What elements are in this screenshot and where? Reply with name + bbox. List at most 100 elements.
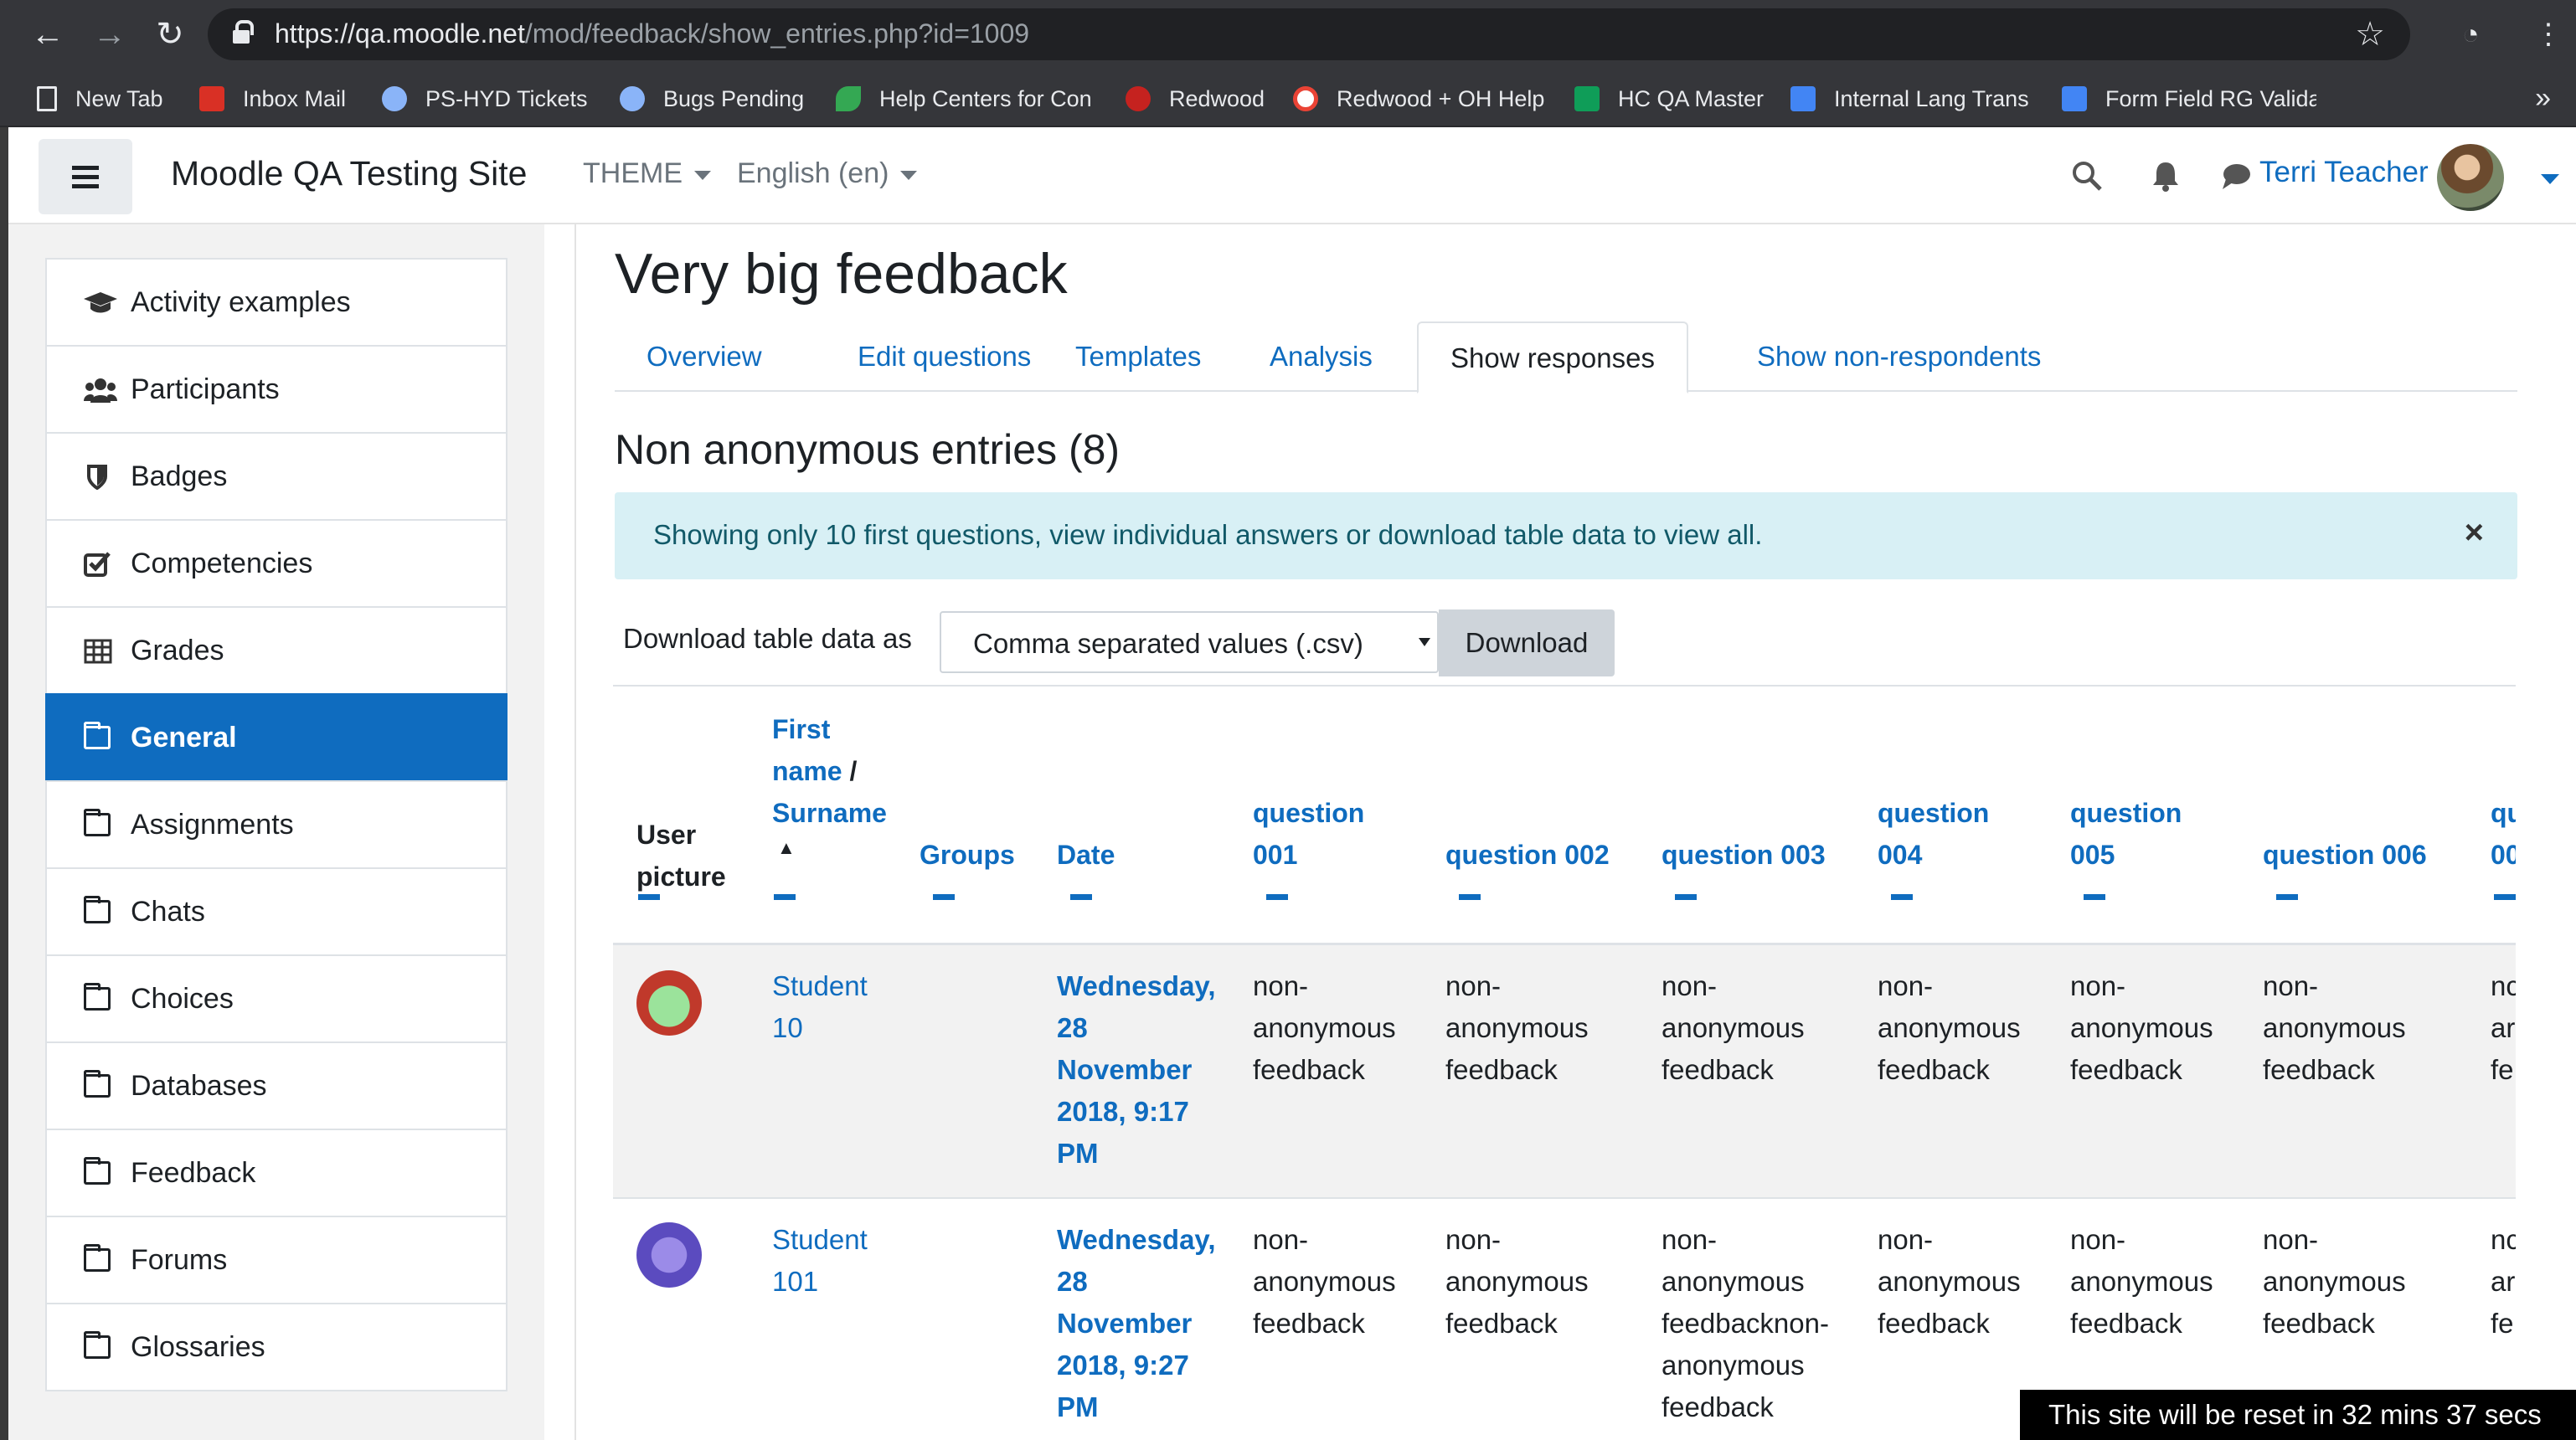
collapse-question-003-icon[interactable] (1675, 894, 1697, 900)
search-icon[interactable] (2070, 159, 2104, 193)
response-date-link[interactable]: Wednesday, 28 November 2018, 9:27 PM (1057, 1219, 1216, 1428)
collapse-question-001-icon[interactable] (1266, 894, 1288, 900)
header-question-005[interactable]: question 005 (2070, 792, 2182, 876)
jira-icon (620, 86, 645, 111)
response-date-link[interactable]: Wednesday, 28 November 2018, 9:17 PM (1057, 965, 1216, 1175)
tab-analysis[interactable]: Analysis (1270, 321, 1373, 393)
bell-icon[interactable] (2149, 159, 2182, 193)
kebab-menu-icon[interactable]: ⋮ (2534, 12, 2563, 57)
avatar[interactable] (2437, 144, 2504, 211)
answer-cell: non-anonymous feedback (1253, 1224, 1396, 1339)
header-question-003[interactable]: question 003 (1662, 834, 1826, 876)
header-question-002[interactable]: question 002 (1445, 834, 1610, 876)
collapse-question-006-icon[interactable] (2276, 894, 2298, 900)
tab-bar: Overview Edit questions Templates Analys… (615, 321, 2517, 393)
url-text: https://qa.moodle.net/mod/feedback/show_… (275, 18, 1030, 49)
bookmark-inbox-mail[interactable]: Inbox Mail (199, 82, 346, 116)
sort-first-name[interactable]: First (772, 708, 887, 750)
reload-icon[interactable]: ↻ (147, 12, 193, 57)
collapse-date-icon[interactable] (1070, 894, 1092, 900)
shield-icon (84, 465, 111, 491)
site-reset-notice: This site will be reset in 32 mins 37 se… (2020, 1390, 2576, 1440)
sort-asc-icon: ▲ (777, 837, 796, 858)
info-alert: Showing only 10 first questions, view in… (615, 492, 2517, 579)
header-groups[interactable]: Groups (920, 834, 1015, 876)
message-icon[interactable] (2219, 159, 2253, 193)
answer-cell: ncarfe (2491, 1224, 2516, 1339)
bookmark-redwood-oh-help[interactable]: Redwood + OH Help (1293, 82, 1544, 116)
sidebar-item-competencies[interactable]: Competencies (45, 519, 507, 608)
sidebar-item-assignments[interactable]: Assignments (45, 780, 507, 869)
bookmark-internal-lang-trans[interactable]: Internal Lang Trans (1790, 82, 2029, 116)
incognito-icon[interactable]: ◔ (2462, 12, 2480, 57)
sidebar-item-participants[interactable]: Participants (45, 345, 507, 434)
theme-menu[interactable]: THEME (583, 157, 711, 190)
bookmark-new-tab[interactable]: New Tab (37, 82, 163, 116)
user-name[interactable]: Terri Teacher (2259, 156, 2429, 189)
name-separator: / (849, 756, 858, 786)
folder-icon (84, 983, 111, 1011)
language-menu[interactable]: English (en) (737, 157, 918, 190)
student-name-link[interactable]: Student 101 (772, 1219, 868, 1303)
sidebar-item-feedback[interactable]: Feedback (45, 1129, 507, 1217)
chevron-down-icon (694, 170, 711, 180)
bookmark-redwood[interactable]: Redwood (1126, 82, 1265, 116)
sidebar-item-badges[interactable]: Badges (45, 432, 507, 521)
jira-icon (382, 86, 407, 111)
collapse-question-002-icon[interactable] (1459, 894, 1481, 900)
sidebar-item-chats[interactable]: Chats (45, 867, 507, 956)
sidebar-item-activity-examples[interactable]: Activity examples (45, 258, 507, 347)
user-menu-chevron-icon[interactable] (2541, 174, 2559, 184)
address-bar[interactable]: https://qa.moodle.net/mod/feedback/show_… (208, 8, 2410, 60)
forward-arrow-icon[interactable]: → (87, 12, 132, 57)
header-question-007[interactable]: qu00 (2491, 792, 2516, 876)
collapse-question-004-icon[interactable] (1891, 894, 1913, 900)
download-label: Download table data as (623, 623, 912, 654)
sidebar-item-grades[interactable]: Grades (45, 606, 507, 695)
collapse-question-007-icon[interactable] (2494, 894, 2516, 900)
docs-icon (2062, 86, 2087, 111)
sheets-icon (1574, 86, 1600, 111)
collapse-user-picture-icon[interactable] (638, 894, 660, 900)
sidebar-item-choices[interactable]: Choices (45, 954, 507, 1043)
tab-edit-questions[interactable]: Edit questions (858, 321, 1031, 393)
sidebar-item-forums[interactable]: Forums (45, 1216, 507, 1304)
tab-show-responses[interactable]: Show responses (1417, 321, 1688, 393)
bookmarks-overflow-icon[interactable]: » (2535, 82, 2551, 115)
folder-icon (84, 809, 111, 836)
tab-show-non-respondents[interactable]: Show non-respondents (1725, 321, 2073, 393)
header-question-006[interactable]: question 006 (2263, 834, 2427, 876)
sidebar-item-databases[interactable]: Databases (45, 1041, 507, 1130)
bookmark-form-field-rg[interactable]: Form Field RG Valida (2062, 82, 2316, 116)
answer-cell: non-anonymous feedback (2263, 1224, 2406, 1339)
folder-icon (84, 722, 111, 749)
bookmark-star-icon[interactable]: ☆ (2355, 15, 2385, 54)
bookmark-help-centers[interactable]: Help Centers for Con (836, 82, 1099, 116)
menu-toggle-button[interactable] (39, 139, 132, 214)
window-edge (0, 127, 8, 1440)
collapse-question-005-icon[interactable] (2084, 894, 2105, 900)
student-name-link[interactable]: Student 10 (772, 965, 868, 1049)
sidebar-item-glossaries[interactable]: Glossaries (45, 1303, 507, 1391)
tab-overview[interactable]: Overview (615, 321, 794, 393)
header-question-004[interactable]: question 004 (1878, 792, 1989, 876)
site-name[interactable]: Moodle QA Testing Site (171, 154, 527, 193)
docs-icon (1790, 86, 1816, 111)
sidebar-item-general[interactable]: General (45, 693, 507, 782)
close-icon[interactable]: × (2465, 514, 2484, 552)
answer-cell: non-anonymous feedback (1253, 970, 1396, 1085)
download-format-select[interactable]: Comma separated values (.csv) (940, 611, 1439, 673)
bookmark-bugs-pending[interactable]: Bugs Pending (620, 82, 804, 116)
tab-templates[interactable]: Templates (1075, 321, 1201, 393)
sort-first-name-2[interactable]: name (772, 756, 842, 786)
bookmark-hc-qa-master[interactable]: HC QA Master (1574, 82, 1764, 116)
alert-message: Showing only 10 first questions, view in… (653, 519, 1763, 550)
download-button[interactable]: Download (1439, 609, 1615, 676)
back-arrow-icon[interactable]: ← (25, 12, 70, 57)
collapse-groups-icon[interactable] (933, 894, 955, 900)
bookmark-ps-hyd-tickets[interactable]: PS-HYD Tickets (382, 82, 588, 116)
header-date[interactable]: Date (1057, 834, 1115, 876)
header-question-001[interactable]: question 001 (1253, 792, 1364, 876)
collapse-name-icon[interactable] (774, 894, 796, 900)
sort-surname[interactable]: Surname (772, 792, 887, 834)
